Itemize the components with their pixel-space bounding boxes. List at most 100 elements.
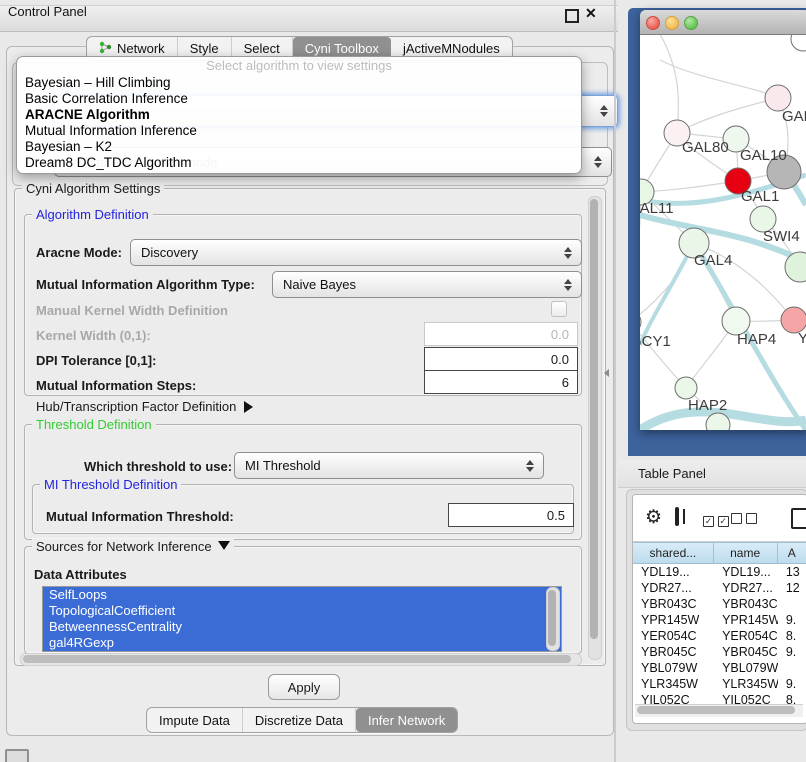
table-cell[interactable]: YDR27... [633,580,714,596]
panel-divider[interactable] [614,0,616,762]
tab-label: Network [117,41,165,56]
table-hscrollbar-thumb[interactable] [637,706,795,714]
table-cell[interactable]: YBL079W [714,660,778,676]
column-header[interactable]: shared... [633,542,714,564]
export-table-icon[interactable] [791,508,806,529]
control-panel-titlebar [0,5,618,32]
dpi-tolerance-field[interactable]: 0.0 [424,347,578,371]
table-cell[interactable]: 13 [778,564,806,580]
corner-widget-button[interactable] [5,749,29,762]
table-cell[interactable]: YLR345W [714,676,778,692]
network-edge [677,98,778,133]
manual-kernel-checkbox[interactable] [551,301,567,317]
tab-discretize-data[interactable]: Discretize Data [243,708,356,732]
data-attributes-list: SelfLoopsTopologicalCoefficientBetweenne… [42,586,562,652]
table-cell[interactable]: YPR145W [714,612,778,628]
table-row[interactable]: YDL19...YDL19...13 [633,564,806,580]
settings-vscrollbar[interactable] [588,196,602,660]
table-toolbar: ⚙ ✓ ✓ [633,495,806,542]
close-window-icon[interactable] [646,16,660,30]
mi-type-combobox[interactable]: Naive Bayes [272,271,582,298]
attribute-list-item[interactable]: gal4RGexp [43,635,561,651]
table-cell[interactable]: YDL19... [714,564,778,580]
settings-vscrollbar-thumb[interactable] [590,199,598,639]
network-edge [641,181,738,192]
table-cell[interactable]: YBR045C [714,644,778,660]
table-row[interactable]: YBL079WYBL079W [633,660,806,676]
mi-type-label: Mutual Information Algorithm Type: [36,277,255,292]
table-cell[interactable]: 9. [778,676,806,692]
network-node[interactable] [791,35,806,51]
mi-threshold-field[interactable]: 0.5 [448,503,574,527]
mi-steps-field[interactable]: 6 [424,370,578,394]
table-cell[interactable]: YER054C [714,628,778,644]
table-cell[interactable]: YDL19... [633,564,714,580]
table-cell[interactable]: YDR27... [714,580,778,596]
dropdown-item[interactable]: ARACNE Algorithm [17,107,581,123]
attribute-list-item[interactable]: SelfLoops [43,587,561,603]
sources-group-toggle[interactable]: Sources for Network Inference [32,539,234,554]
table-cell[interactable]: 9. [778,644,806,660]
threshold-definition-title: Threshold Definition [32,417,156,432]
tab-impute-data[interactable]: Impute Data [147,708,243,732]
divider-collapse-icon[interactable] [604,369,609,377]
network-window-titlebar[interactable] [640,10,806,35]
dropdown-item[interactable]: Bayesian – Hill Climbing [17,75,581,91]
settings-hscrollbar[interactable] [20,653,582,666]
column-header[interactable]: A [778,542,806,564]
attributes-vscrollbar[interactable] [546,587,560,651]
table-row[interactable]: YBR043CYBR043C [633,596,806,612]
column-header[interactable]: name [714,542,778,564]
deselect-all-columns-icon[interactable] [731,512,757,527]
network-node-label: GAL1 [741,188,779,205]
network-node-hap2[interactable] [675,377,697,399]
close-panel-icon[interactable]: ✕ [585,5,597,22]
dropdown-list: Bayesian – Hill ClimbingBasic Correlatio… [17,75,581,171]
dropdown-item[interactable]: Dream8 DC_TDC Algorithm [17,155,581,171]
attribute-list-item[interactable]: BetweennessCentrality [43,619,561,635]
table-cell[interactable]: YBR043C [714,596,778,612]
zoom-window-icon[interactable] [684,16,698,30]
table-row[interactable]: YPR145WYPR145W9. [633,612,806,628]
float-panel-icon[interactable] [565,9,579,23]
table-cell[interactable]: YBR045C [633,644,714,660]
tab-infer-network[interactable]: Infer Network [356,708,457,732]
attribute-list-item[interactable]: TopologicalCoefficient [43,603,561,619]
attributes-vscrollbar-thumb[interactable] [548,590,556,646]
combo-stepper-icon [596,105,612,117]
network-node-label: Y [798,330,806,347]
dropdown-item[interactable]: Basic Correlation Inference [17,91,581,107]
manual-kernel-label: Manual Kernel Width Definition [36,303,228,318]
table-row[interactable]: YBR045CYBR045C9. [633,644,806,660]
table-cell[interactable]: 9. [778,612,806,628]
table-cell[interactable]: YPR145W [633,612,714,628]
table-row[interactable]: YER054CYER054C8. [633,628,806,644]
which-threshold-value: MI Threshold [245,458,321,473]
gear-icon[interactable]: ⚙ [645,506,662,529]
table-row[interactable]: YDR27...YDR27...12 [633,580,806,596]
table-cell[interactable]: YER054C [633,628,714,644]
table-row[interactable]: YLR345WYLR345W9. [633,676,806,692]
table-cell[interactable] [778,596,806,612]
algorithm-dropdown-popup: Select algorithm to view settings Bayesi… [16,56,582,174]
table-cell[interactable]: YBR043C [633,596,714,612]
kernel-width-field[interactable]: 0.0 [424,322,578,346]
network-canvas[interactable]: GALGAL80GAL10GAL1GAL11SWI4GAL4GCY1HAP4YH… [640,35,806,430]
apply-button[interactable]: Apply [268,674,340,700]
hub-definition-toggle[interactable]: Hub/Transcription Factor Definition [36,399,253,414]
minimize-window-icon[interactable] [665,16,679,30]
dropdown-item[interactable]: Bayesian – K2 [17,139,581,155]
table-cell[interactable]: 12 [778,580,806,596]
table-cell[interactable]: YLR345W [633,676,714,692]
aracne-mode-combobox[interactable]: Discovery [130,239,582,266]
table-cell[interactable]: YBL079W [633,660,714,676]
settings-hscrollbar-thumb[interactable] [23,655,571,663]
table-cell[interactable]: 8. [778,628,806,644]
select-all-columns-icon[interactable]: ✓ ✓ [703,512,729,527]
dropdown-item[interactable]: Mutual Information Inference [17,123,581,139]
table-hscrollbar[interactable] [635,704,803,717]
columns-icon[interactable] [675,507,679,526]
table-cell[interactable] [778,660,806,676]
which-threshold-combobox[interactable]: MI Threshold [234,452,544,479]
network-icon [99,41,112,57]
